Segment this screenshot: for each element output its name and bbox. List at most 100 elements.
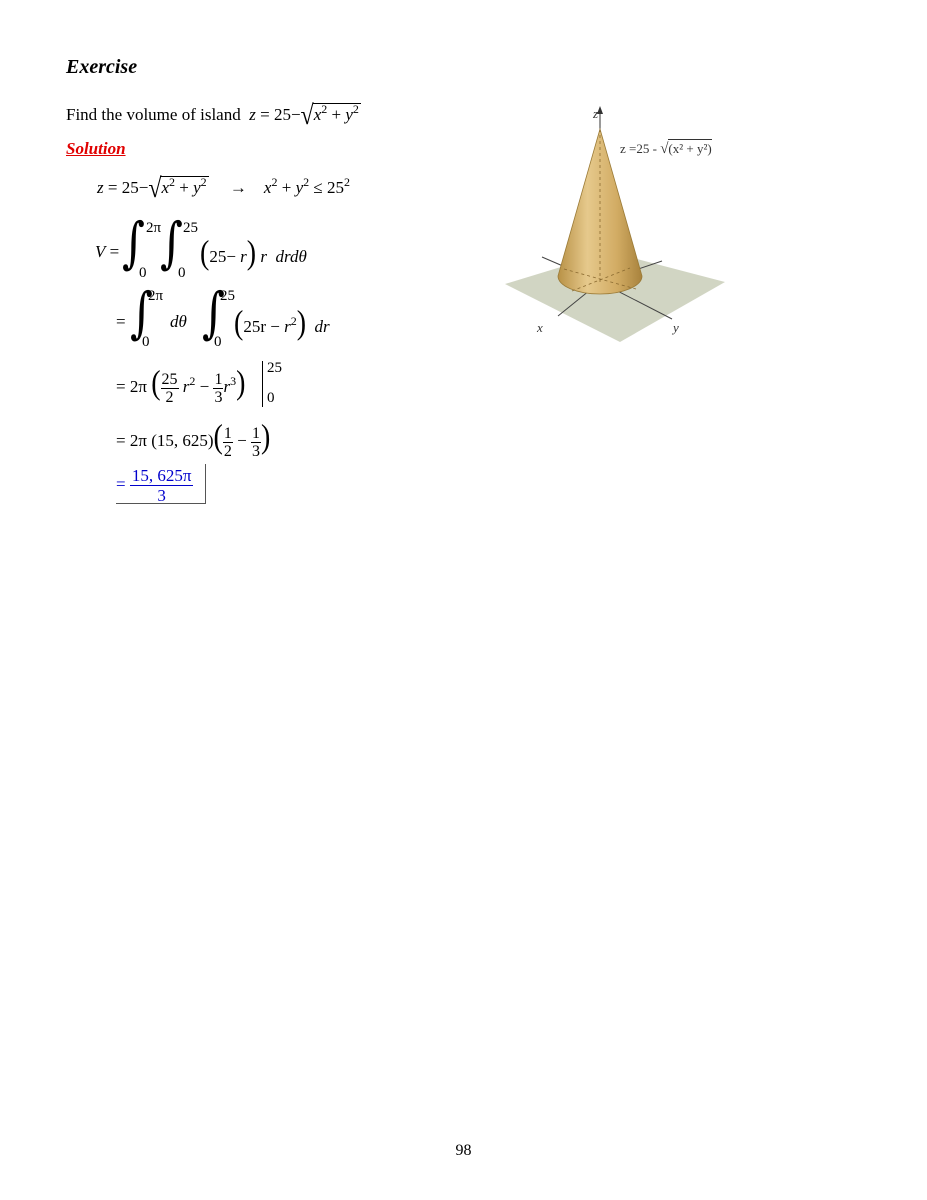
step-1-domain: z = 25−√x2 + y2 → x2 + y2 ≤ 252 bbox=[97, 174, 350, 204]
denominator: 2 bbox=[165, 388, 174, 406]
evaluation-bar bbox=[262, 361, 263, 407]
step-2-integrand: (25− r) r drdθ bbox=[200, 234, 307, 272]
numerator: 1 bbox=[222, 424, 233, 443]
upper-limit-outer: 2π bbox=[146, 220, 162, 236]
exponent: 2 bbox=[200, 175, 207, 189]
implies-arrow: → bbox=[229, 178, 247, 197]
upper-limit-r: 25 bbox=[220, 288, 235, 304]
minus-sign: − bbox=[290, 105, 301, 124]
minus-sign: − bbox=[270, 317, 280, 336]
denominator: 3 bbox=[251, 442, 260, 460]
exponent: 2 bbox=[352, 102, 359, 116]
exercise-heading: Exercise bbox=[66, 56, 138, 78]
equals-sign: = bbox=[116, 431, 126, 450]
denominator: 2 bbox=[223, 442, 232, 460]
answer-box bbox=[116, 464, 206, 504]
eval-upper-limit: 25 bbox=[267, 360, 282, 376]
eval-lower-limit: 0 bbox=[267, 390, 275, 406]
left-paren: ( bbox=[151, 364, 161, 402]
radicand: (x² + y²) bbox=[668, 139, 712, 156]
x-axis-label: x bbox=[537, 320, 543, 335]
differential: drdθ bbox=[275, 247, 307, 266]
var-z: z bbox=[249, 105, 256, 124]
equals-sign: = bbox=[107, 178, 118, 197]
less-equal-sign: ≤ bbox=[313, 178, 323, 197]
minus-sign: − bbox=[199, 377, 210, 396]
plus-sign: + bbox=[281, 178, 292, 197]
integral-sign-inner: ∫ bbox=[160, 211, 183, 276]
var-y: y bbox=[295, 178, 304, 197]
constant: 25 bbox=[121, 178, 139, 197]
fraction: 12 bbox=[222, 424, 233, 460]
right-paren: ) bbox=[296, 304, 307, 342]
var-r: r bbox=[260, 247, 267, 266]
lower-limit-theta: 0 bbox=[142, 334, 150, 350]
minus-sign: − bbox=[237, 431, 247, 450]
d-theta: dθ bbox=[170, 312, 187, 332]
numerator: 1 bbox=[250, 424, 261, 443]
z-axis-label: z bbox=[593, 106, 599, 121]
var-y: y bbox=[193, 178, 201, 197]
coefficient: 2π bbox=[129, 377, 147, 396]
constant: 25 bbox=[326, 178, 344, 197]
exponent: 2 bbox=[189, 374, 196, 388]
exponent: 2 bbox=[321, 102, 328, 116]
radicand: x2 + y2 bbox=[160, 175, 209, 197]
step-3-integrand: (25r − r2) dr bbox=[234, 304, 330, 342]
minus-sign: − bbox=[226, 247, 236, 266]
lower-limit-inner: 0 bbox=[178, 265, 186, 281]
radicand: x2 + y2 bbox=[312, 102, 361, 124]
left-paren: ( bbox=[234, 304, 244, 342]
equals-sign: = bbox=[260, 105, 270, 124]
left-paren: ( bbox=[200, 234, 210, 272]
lower-limit-outer: 0 bbox=[139, 265, 147, 281]
differential: dr bbox=[314, 317, 330, 336]
surface-equation-label: z =25 - √(x² + y²) bbox=[620, 139, 712, 158]
exponent: 2 bbox=[343, 175, 350, 189]
var-r: r bbox=[284, 317, 291, 336]
plus-sign: + bbox=[179, 178, 189, 197]
var-V: V bbox=[95, 242, 106, 261]
right-paren: ) bbox=[246, 234, 257, 272]
plus-sign: + bbox=[331, 105, 342, 124]
solution-label: Solution bbox=[66, 139, 126, 158]
radical-sign: √ bbox=[300, 100, 314, 131]
equals-sign: = bbox=[109, 242, 120, 261]
right-paren: ) bbox=[236, 364, 246, 402]
denominator: 3 bbox=[214, 388, 223, 406]
problem-statement: Find the volume of island z = 25−√x2 + y… bbox=[66, 100, 361, 131]
var-r: r bbox=[240, 247, 247, 266]
fraction: 13 bbox=[250, 424, 261, 460]
numerator: 1 bbox=[213, 370, 224, 389]
step-5-evaluation: = 2π (15, 625)(1 2 − 1 3) bbox=[116, 418, 271, 460]
minus-sign: − bbox=[138, 178, 149, 197]
page-number: 98 bbox=[455, 1142, 472, 1159]
integral-sign-outer: ∫ bbox=[122, 211, 145, 276]
var-y: y bbox=[345, 105, 353, 124]
constant: 25 bbox=[209, 247, 227, 266]
lower-limit-r: 0 bbox=[214, 334, 222, 350]
numerator: 25 bbox=[160, 370, 179, 389]
var-x: x bbox=[161, 178, 170, 197]
var-z: z bbox=[97, 178, 104, 197]
coefficient: 2π bbox=[129, 431, 147, 450]
step-2-volume-label: V = bbox=[95, 242, 119, 262]
exponent: 2 bbox=[271, 175, 278, 189]
exponent: 2 bbox=[169, 175, 176, 189]
equation-prefix: z =25 - bbox=[620, 141, 657, 156]
upper-limit-theta: 2π bbox=[148, 288, 164, 304]
fraction: 25 2 bbox=[160, 370, 179, 406]
value: (15, 625) bbox=[151, 431, 214, 450]
equals-sign: = bbox=[116, 377, 126, 396]
left-paren: ( bbox=[213, 418, 223, 456]
fraction: 13 bbox=[213, 370, 224, 406]
step-4-antiderivative: = 2π (25 2 r2 − 1 3 r3) bbox=[116, 364, 246, 406]
exponent: 2 bbox=[303, 175, 310, 189]
step-3-equals: = bbox=[116, 312, 126, 331]
y-axis-label: y bbox=[673, 320, 679, 335]
differential: dθ bbox=[170, 312, 187, 331]
right-paren: ) bbox=[260, 418, 271, 456]
constant: 25 bbox=[273, 105, 291, 124]
upper-limit-inner: 25 bbox=[183, 220, 198, 236]
term-25r: 25r bbox=[243, 317, 266, 336]
